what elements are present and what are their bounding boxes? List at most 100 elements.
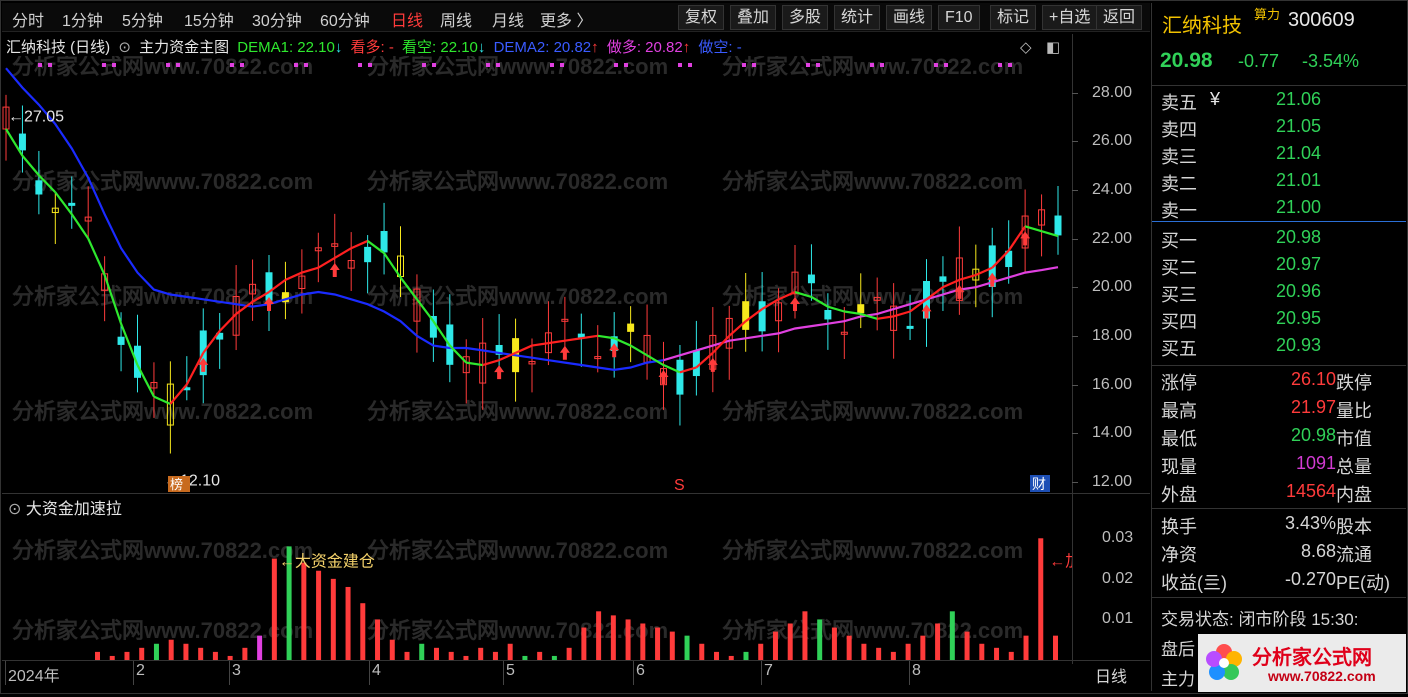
multi-stock-button[interactable]: 多股 xyxy=(782,5,829,30)
s-tag[interactable]: S xyxy=(674,477,685,494)
price-tick xyxy=(1072,287,1078,289)
dema1-segment xyxy=(383,252,402,279)
dragon-tiger-tag-text: 榜 xyxy=(170,477,183,492)
stats-button[interactable]: 统计 xyxy=(834,5,881,30)
price-chart[interactable]: 分析家公式网www.70822.com 分析家公式网www.70822.com 分析… xyxy=(2,56,1072,494)
fund-bar xyxy=(345,586,351,660)
signal-dot xyxy=(102,63,106,67)
ask-row[interactable]: 卖四 21.05 xyxy=(1152,116,1406,143)
time-tick xyxy=(369,661,370,685)
price-tick-label: 12.00 xyxy=(1092,472,1133,490)
indicator-dropdown-icon[interactable]: ⊙ xyxy=(118,39,131,56)
ask-price: 21.01 xyxy=(1276,170,1322,190)
watermark-text: 分析家公式网www.70822.com xyxy=(12,618,313,643)
back-button[interactable]: 返回 xyxy=(1096,5,1143,30)
bid-label: 买三 xyxy=(1161,285,1197,305)
fund-bar xyxy=(271,558,277,660)
draw-line-button[interactable]: 画线 xyxy=(886,5,933,30)
kankong-label: 看空: 22.10 xyxy=(402,39,478,56)
candle-body xyxy=(742,301,750,330)
tab-30min[interactable]: 30分钟 xyxy=(252,7,302,31)
price-tick xyxy=(1072,335,1078,337)
stat-label-2: 股本 xyxy=(1336,517,1372,537)
time-tick-label: 2 xyxy=(136,662,145,679)
signal-dot xyxy=(806,63,810,67)
watermark-text: 分析家公式网www.70822.com xyxy=(722,538,1023,563)
adjust-button[interactable]: 复权 xyxy=(678,5,725,30)
stat-value: 21.97 xyxy=(1290,397,1336,417)
fund-bar xyxy=(817,619,823,660)
bottom-period-tab[interactable]: 日线 xyxy=(1073,663,1149,686)
tab-monthly[interactable]: 月线 xyxy=(492,7,524,31)
logo-text: 分析家公式网 xyxy=(1252,647,1372,669)
trade-state-time: 15:30: xyxy=(1311,610,1359,629)
price-tick-label: 20.00 xyxy=(1092,278,1133,296)
tab-60min[interactable]: 60分钟 xyxy=(320,7,370,31)
ask-row[interactable]: 卖五 ¥21.06 xyxy=(1152,89,1406,116)
dema1-segment xyxy=(1024,225,1042,233)
fund-bar xyxy=(492,651,498,660)
fund-bar xyxy=(1008,651,1014,660)
ask-row[interactable]: 卖二 21.01 xyxy=(1152,170,1406,197)
ask-price: 21.04 xyxy=(1276,143,1322,163)
bid-row[interactable]: 买五 20.93 xyxy=(1152,335,1406,362)
watermark-text: 分析家公式网www.70822.com xyxy=(12,538,313,563)
divider xyxy=(1152,85,1406,86)
tab-more[interactable]: 更多 〉 xyxy=(540,7,592,31)
time-tick-label: 5 xyxy=(506,662,515,679)
fund-bar xyxy=(787,623,793,660)
watermark-text: 分析家公式网www.70822.com xyxy=(722,169,1023,194)
concept-tag[interactable]: 算力 xyxy=(1254,4,1280,23)
mark-button[interactable]: 标记 xyxy=(990,5,1037,30)
bid-row[interactable]: 买二 20.97 xyxy=(1152,254,1406,281)
stat-value: -0.270 xyxy=(1284,569,1336,589)
bid-row[interactable]: 买一 20.98 xyxy=(1152,227,1406,254)
tab-15min[interactable]: 15分钟 xyxy=(184,7,234,31)
tab-weekly[interactable]: 周线 xyxy=(440,7,472,31)
subpanel-title: 大资金加速拉 xyxy=(25,501,122,518)
tab-5min[interactable]: 5分钟 xyxy=(122,7,163,31)
dema1-segment xyxy=(1007,225,1027,252)
stat-label: 现量 xyxy=(1161,457,1197,477)
fund-bar xyxy=(433,647,439,660)
bid-row[interactable]: 买四 20.95 xyxy=(1152,308,1406,335)
f10-button[interactable]: F10 xyxy=(938,5,980,30)
watermark-text: 分析家公式网www.70822.com xyxy=(367,284,668,309)
stat-row: 最低 20.98 市值 xyxy=(1152,425,1406,453)
fund-bar xyxy=(404,651,410,660)
ask-row[interactable]: 卖一 21.00 xyxy=(1152,197,1406,224)
candle-body xyxy=(364,246,372,263)
dema1-label: DEMA1: 22.10 xyxy=(237,39,335,56)
fund-bar xyxy=(920,635,926,660)
price-tick-label: 24.00 xyxy=(1092,180,1133,198)
diamond-icon[interactable]: ◇ xyxy=(1020,38,1032,56)
signal-dot xyxy=(752,63,756,67)
fund-bar xyxy=(994,647,1000,660)
ask-row[interactable]: 卖三 21.04 xyxy=(1152,143,1406,170)
trade-state-label: 交易状态: xyxy=(1161,610,1234,629)
tab-minute[interactable]: 分时 xyxy=(12,7,44,31)
watermark-text: 分析家公式网www.70822.com xyxy=(12,399,313,424)
price-tick xyxy=(1072,92,1078,94)
subpanel-dropdown-icon[interactable]: ⊙ xyxy=(8,501,21,518)
fund-bar xyxy=(389,639,395,660)
price-tick xyxy=(1072,384,1078,386)
stat-row: 外盘 14564 内盘 xyxy=(1152,481,1406,509)
indicator-name[interactable]: 主力资金主图 xyxy=(139,39,229,56)
overlay-button[interactable]: 叠加 xyxy=(730,5,777,30)
tab-1min[interactable]: 1分钟 xyxy=(62,7,103,31)
signal-dot xyxy=(1008,63,1012,67)
fund-bar xyxy=(1038,538,1044,660)
panel-toggle-icon[interactable]: ◧ xyxy=(1046,38,1060,56)
signal-dot xyxy=(550,63,554,67)
time-tick xyxy=(133,661,134,685)
signal-dot xyxy=(230,63,234,67)
add-watchlist-button[interactable]: +自选 xyxy=(1042,5,1098,30)
tab-daily[interactable]: 日线 xyxy=(391,7,423,31)
bid-row[interactable]: 买三 20.96 xyxy=(1152,281,1406,308)
fund-bar xyxy=(153,643,159,660)
fund-acceleration-chart[interactable]: 分析家公式网www.70822.com 分析家公式网www.70822.com 分析… xyxy=(2,518,1072,660)
watermark-text: 分析家公式网www.70822.com xyxy=(722,399,1023,424)
stock-title: 汇纳科技 (日线) xyxy=(6,39,111,56)
watermark-text: 分析家公式网www.70822.com xyxy=(367,538,668,563)
